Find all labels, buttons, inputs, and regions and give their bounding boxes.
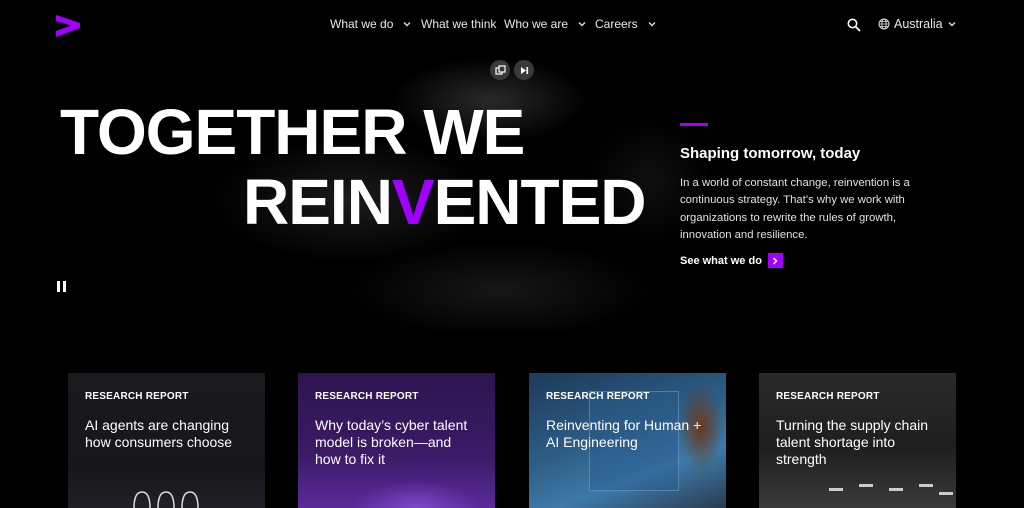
region-label: Australia — [894, 17, 943, 31]
card-tag: RESEARCH REPORT — [546, 391, 650, 402]
nav-item-what-we-do[interactable]: What we do — [330, 17, 421, 31]
chevron-down-icon — [578, 22, 586, 27]
region-selector[interactable]: Australia — [878, 17, 956, 31]
nav-item-label: What we think — [421, 17, 497, 31]
card-image — [133, 491, 199, 508]
accent-rule — [680, 123, 708, 126]
card-tag: RESEARCH REPORT — [315, 391, 419, 402]
pause-icon — [57, 281, 60, 292]
headline-part: ENTED — [433, 166, 647, 238]
nav-item-what-we-think[interactable]: What we think — [421, 17, 504, 31]
chevron-down-icon — [948, 22, 956, 27]
chevron-down-icon — [403, 22, 411, 27]
pause-icon — [63, 281, 66, 292]
card-title: Turning the supply chain talent shortage… — [776, 417, 929, 467]
nav-item-label: Who we are — [504, 17, 569, 31]
headline-line-2: REINVENTED — [60, 167, 646, 237]
research-card[interactable]: RESEARCH REPORT Turning the supply chain… — [759, 373, 956, 508]
nav-item-careers[interactable]: Careers — [595, 17, 665, 31]
arrow-right-icon — [767, 253, 783, 268]
card-title: Why today’s cyber talent model is broken… — [315, 417, 468, 467]
hero-body: In a world of constant change, reinventi… — [680, 177, 910, 241]
card-title: AI agents are changing how consumers cho… — [85, 417, 233, 450]
hero-subtitle: Shaping tomorrow, today — [680, 145, 861, 162]
research-card[interactable]: RESEARCH REPORT Reinventing for Human + … — [529, 373, 726, 508]
nav-item-who-we-are[interactable]: Who we are — [504, 17, 595, 31]
skip-forward-icon — [520, 66, 528, 74]
globe-icon — [878, 18, 890, 30]
hero-headline: TOGETHER WE REINVENTED — [60, 97, 646, 237]
pip-button[interactable] — [490, 60, 510, 80]
headline-accent-letter: V — [391, 166, 435, 238]
card-tag: RESEARCH REPORT — [85, 391, 189, 402]
brand-logo[interactable] — [56, 15, 80, 37]
main-nav: What we do What we think Who we are Care… — [330, 17, 665, 31]
headline-part: REIN — [243, 166, 393, 238]
search-icon[interactable] — [847, 18, 861, 32]
research-card[interactable]: RESEARCH REPORT AI agents are changing h… — [68, 373, 265, 508]
nav-item-label: What we do — [330, 17, 394, 31]
cta-label: See what we do — [680, 254, 762, 267]
card-title: Reinventing for Human + AI Engineering — [546, 417, 702, 450]
research-card[interactable]: RESEARCH REPORT Why today’s cyber talent… — [298, 373, 495, 508]
skip-button[interactable] — [514, 60, 534, 80]
pause-button[interactable] — [57, 281, 67, 292]
card-image — [829, 484, 953, 495]
picture-in-picture-icon — [494, 64, 506, 75]
card-tag: RESEARCH REPORT — [776, 391, 880, 402]
see-what-we-do-link[interactable]: See what we do — [680, 253, 783, 268]
headline-line-1: TOGETHER WE — [60, 96, 525, 168]
nav-item-label: Careers — [595, 17, 638, 31]
chevron-down-icon — [648, 22, 656, 27]
